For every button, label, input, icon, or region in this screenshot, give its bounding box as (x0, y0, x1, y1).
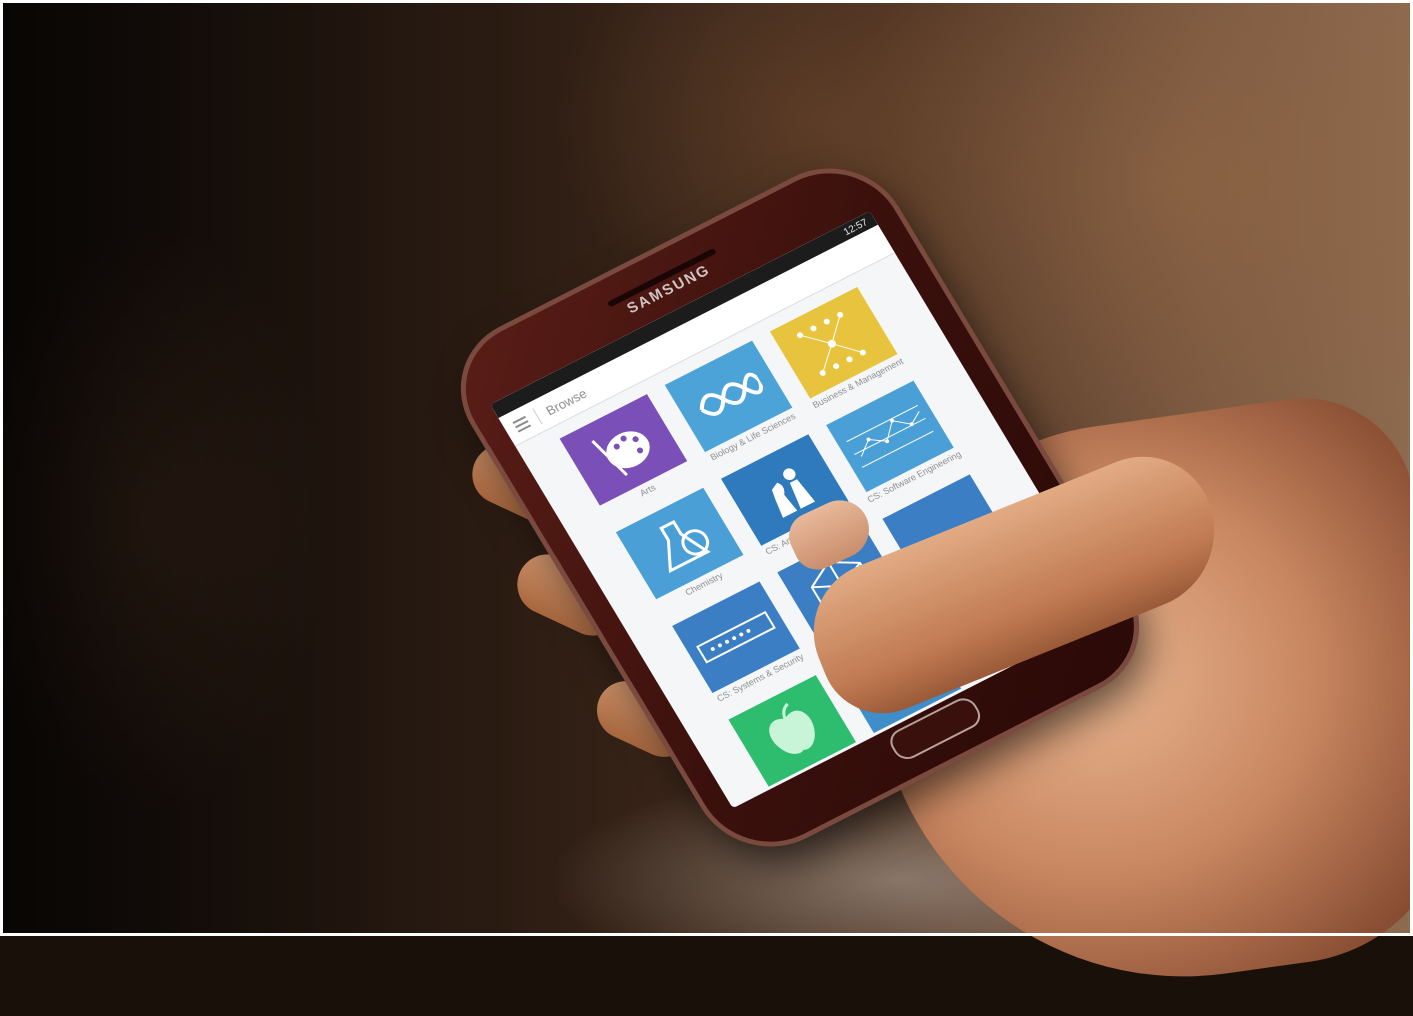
background-shadow (0, 0, 420, 936)
photo-scene: SAMSUNG 12:57 Browse Arts Biology & Life … (0, 0, 1413, 1016)
category-label: Arts (637, 482, 658, 499)
app-bar-divider (532, 408, 543, 425)
menu-icon[interactable] (512, 415, 532, 433)
